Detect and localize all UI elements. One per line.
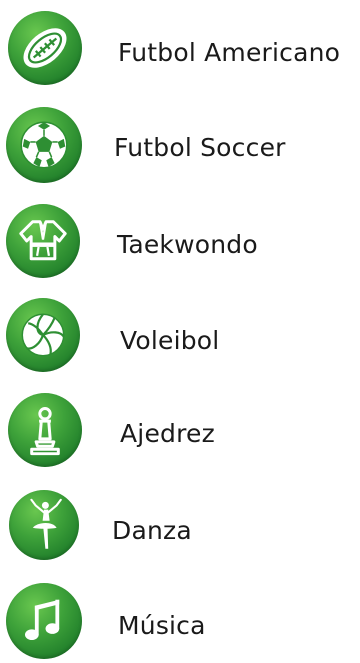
list-item-label: Taekwondo — [117, 230, 258, 259]
volleyball-icon — [6, 298, 80, 372]
list-item-voleibol[interactable]: Voleibol — [0, 298, 360, 378]
list-item-label: Música — [118, 611, 206, 640]
list-item-danza[interactable]: Danza — [0, 490, 360, 570]
list-item-label: Voleibol — [120, 326, 220, 355]
martial-arts-uniform-icon — [6, 204, 80, 278]
list-item-musica[interactable]: Música — [0, 583, 360, 663]
soccer-ball-icon — [6, 107, 82, 183]
sports-activity-list: Futbol Americano Futbol Soccer Taekwondo… — [0, 0, 360, 659]
list-item-taekwondo[interactable]: Taekwondo — [0, 204, 360, 284]
chess-pawn-icon — [8, 393, 82, 467]
list-item-futbol-soccer[interactable]: Futbol Soccer — [0, 107, 360, 187]
list-item-label: Futbol Soccer — [114, 133, 286, 162]
music-note-icon — [6, 583, 82, 659]
ballerina-icon — [9, 490, 79, 560]
list-item-label: Danza — [112, 516, 192, 545]
list-item-label: Ajedrez — [120, 419, 215, 448]
list-item-ajedrez[interactable]: Ajedrez — [0, 393, 360, 473]
list-item-futbol-americano[interactable]: Futbol Americano — [0, 10, 360, 90]
list-item-label: Futbol Americano — [118, 38, 341, 67]
american-football-icon — [8, 11, 82, 85]
